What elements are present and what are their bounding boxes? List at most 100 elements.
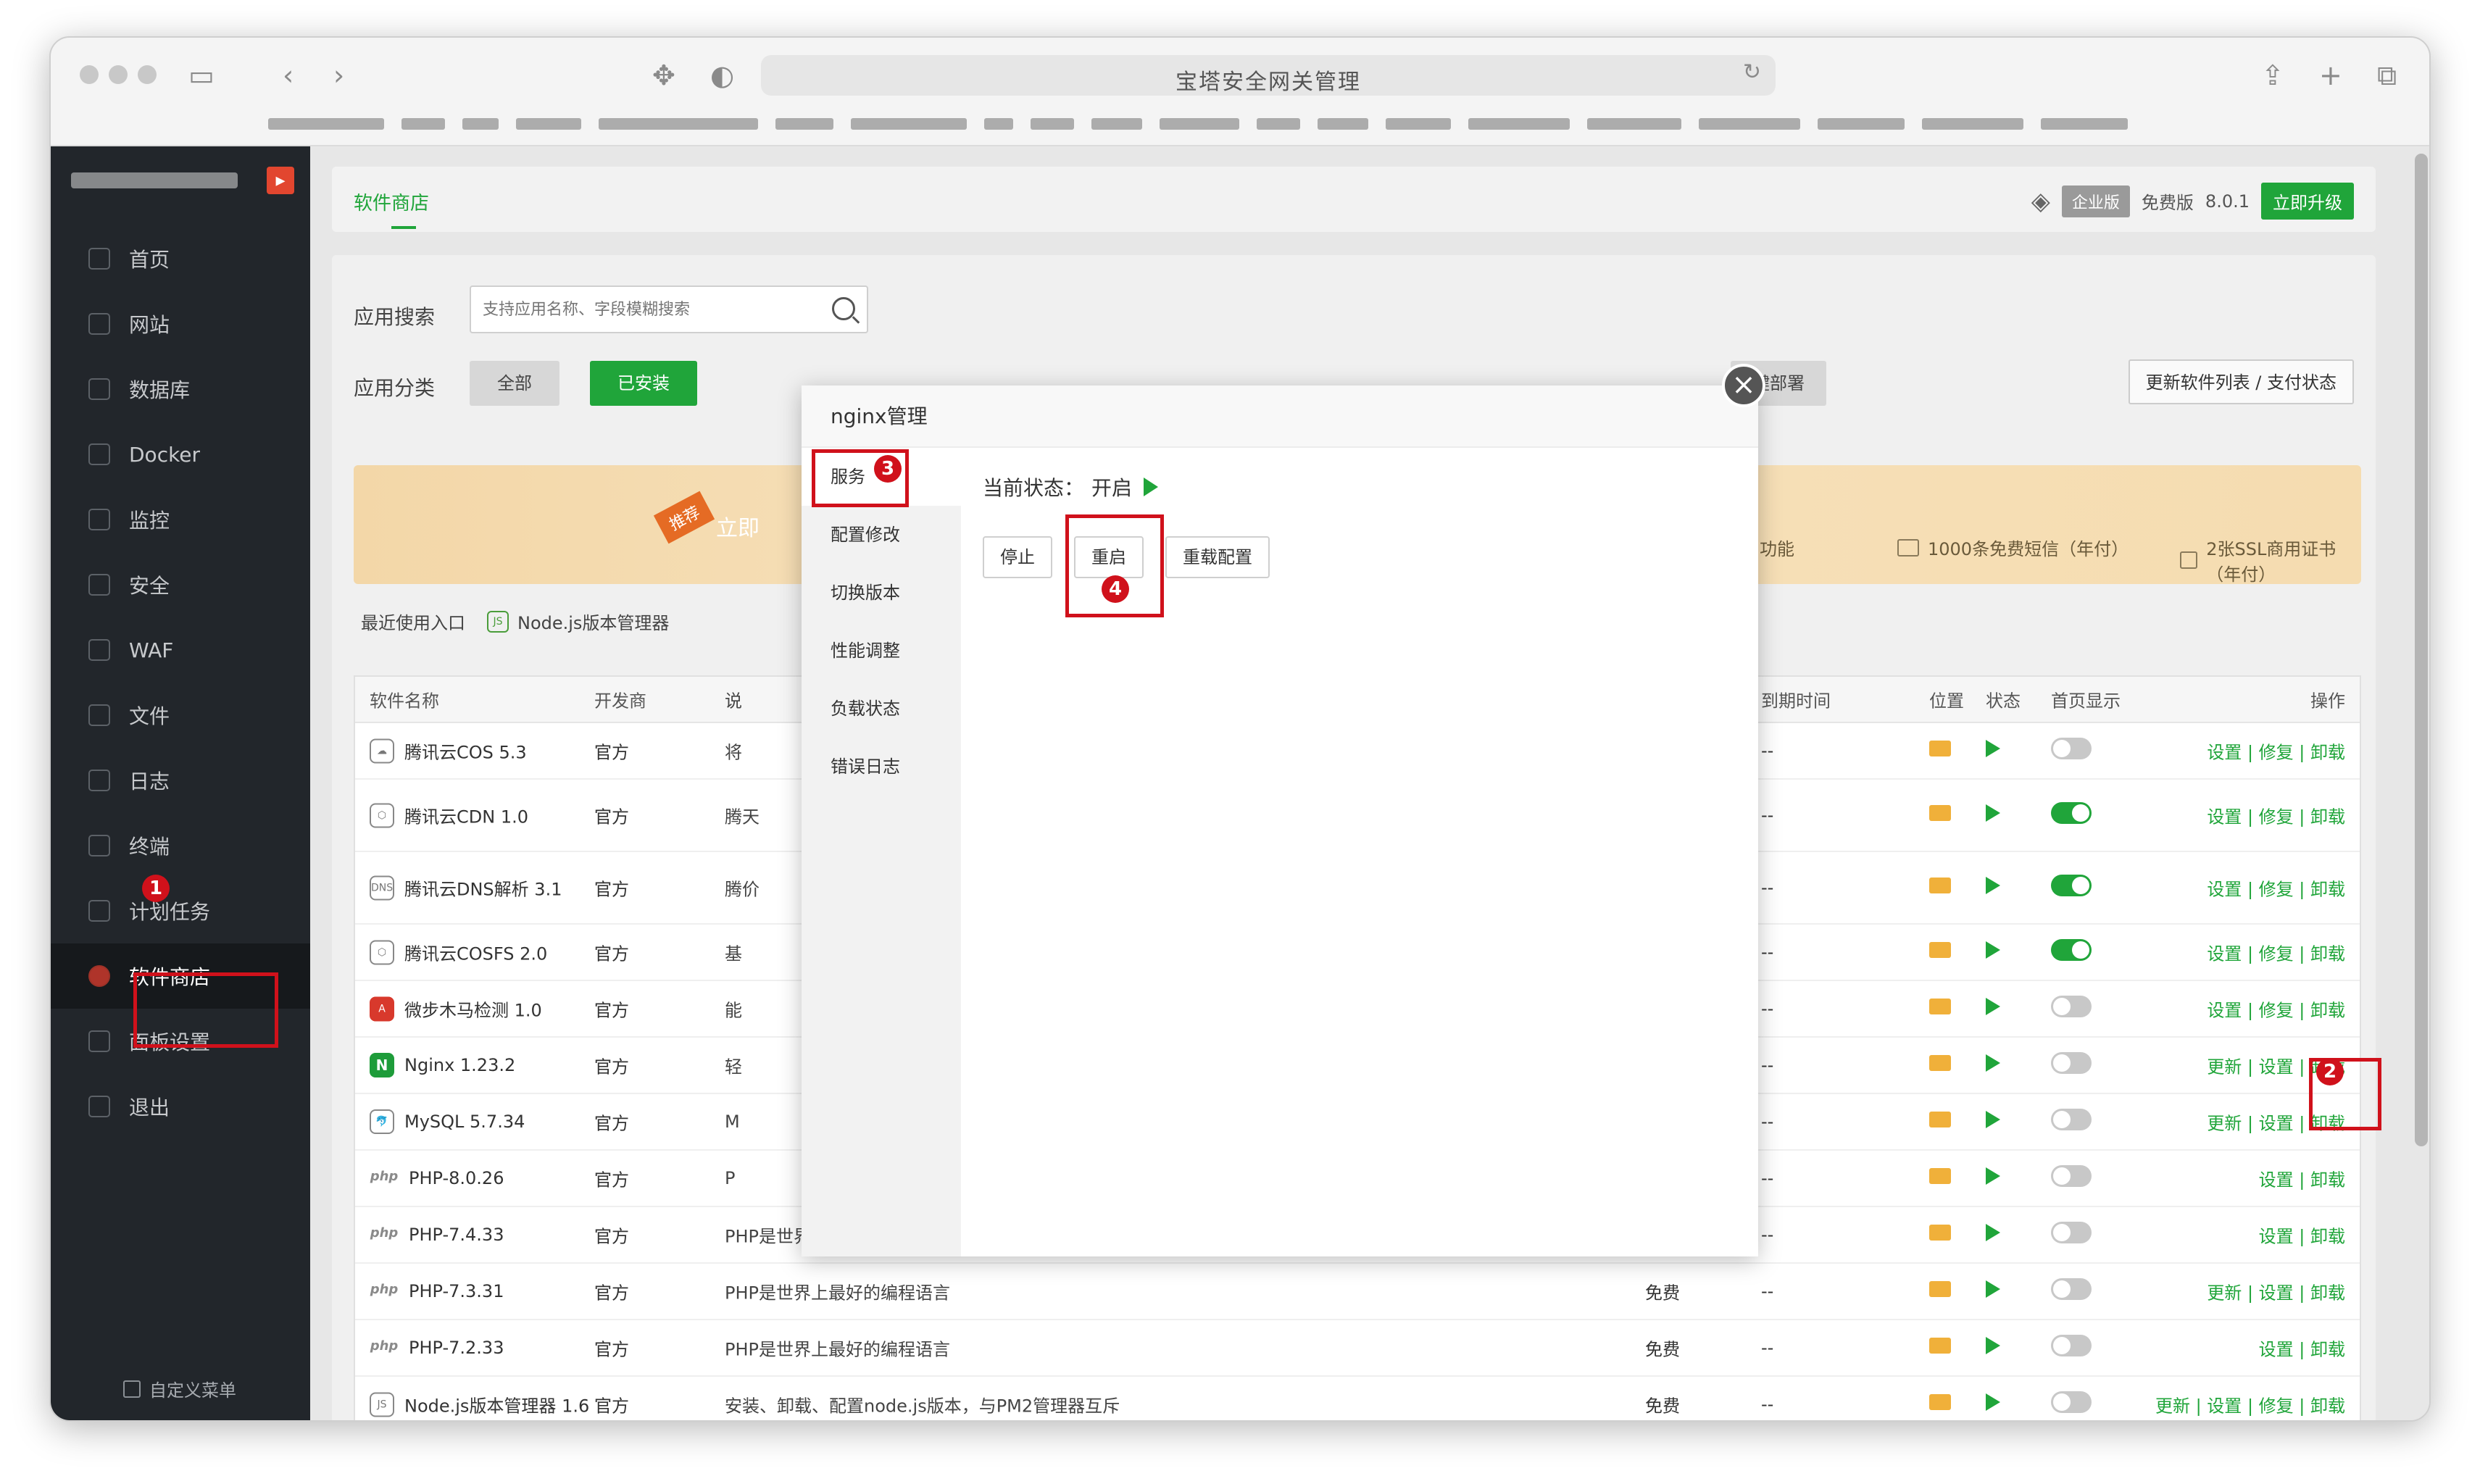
sidebar-item-security[interactable]: 安全 xyxy=(51,552,310,617)
category-all-button[interactable]: 全部 xyxy=(470,361,559,406)
status-play-icon[interactable] xyxy=(1986,1393,2000,1415)
home-display-toggle[interactable] xyxy=(2051,1109,2092,1135)
row-actions[interactable]: 更新 | 设置 | 修复 | 卸载 xyxy=(2155,1392,2345,1417)
home-display-toggle[interactable] xyxy=(2051,802,2092,828)
share-icon[interactable]: ⇪ xyxy=(2261,59,2284,91)
row-actions[interactable]: 设置 | 修复 | 卸载 xyxy=(2207,738,2345,764)
sidebar-item-home[interactable]: 首页 xyxy=(51,226,310,291)
status-play-icon[interactable] xyxy=(1986,740,2000,762)
home-display-toggle[interactable] xyxy=(2051,1335,2092,1361)
software-name[interactable]: php PHP-7.2.33 xyxy=(370,1335,504,1360)
tab-overview-icon[interactable]: ⧉ xyxy=(2377,59,2397,92)
new-tab-icon[interactable]: + xyxy=(2319,59,2342,91)
search-input[interactable] xyxy=(471,287,819,332)
status-play-icon[interactable] xyxy=(1986,1111,2000,1133)
row-actions[interactable]: 设置 | 卸载 xyxy=(2259,1335,2345,1361)
folder-icon[interactable] xyxy=(1929,741,1951,761)
tab-software-store[interactable]: 软件商店 xyxy=(354,188,429,215)
home-display-toggle[interactable] xyxy=(2051,939,2092,965)
software-name[interactable]: 🐬 MySQL 5.7.34 xyxy=(370,1109,525,1134)
sidebar-item-database[interactable]: 数据库 xyxy=(51,357,310,422)
home-display-toggle[interactable] xyxy=(2051,1391,2092,1417)
dialog-menu-performance[interactable]: 性能调整 xyxy=(802,622,961,680)
status-play-icon[interactable] xyxy=(1986,1337,2000,1359)
row-actions[interactable]: 设置 | 卸载 xyxy=(2259,1222,2345,1248)
sidebar-item-website[interactable]: 网站 xyxy=(51,291,310,357)
upgrade-button[interactable]: 立即升级 xyxy=(2261,183,2354,220)
sidebar-item-logs[interactable]: 日志 xyxy=(51,748,310,813)
folder-icon[interactable] xyxy=(1929,1394,1951,1414)
sidebar-item-cron[interactable]: 计划任务 xyxy=(51,878,310,943)
home-display-toggle[interactable] xyxy=(2051,738,2092,764)
address-bar[interactable]: 宝塔安全网关管理 ↻ xyxy=(761,55,1776,96)
category-installed-button[interactable]: 已安装 xyxy=(590,361,697,406)
software-name[interactable]: ⬡ 腾讯云CDN 1.0 xyxy=(370,803,528,828)
sidebar-item-terminal[interactable]: 终端 xyxy=(51,813,310,878)
close-window-icon[interactable] xyxy=(80,65,99,84)
dialog-menu-config[interactable]: 配置修改 xyxy=(802,506,961,564)
row-actions[interactable]: 设置 | 修复 | 卸载 xyxy=(2207,875,2345,901)
folder-icon[interactable] xyxy=(1929,1168,1951,1188)
sidebar-item-monitor[interactable]: 监控 xyxy=(51,487,310,552)
privacy-icon[interactable]: ◐ xyxy=(710,59,734,91)
reload-config-button[interactable]: 重载配置 xyxy=(1165,536,1270,578)
software-name[interactable]: JS Node.js版本管理器 1.6 xyxy=(370,1392,589,1417)
folder-icon[interactable] xyxy=(1929,1225,1951,1245)
sidebar-item-docker[interactable]: Docker xyxy=(51,422,310,487)
software-name[interactable]: N Nginx 1.23.2 xyxy=(370,1053,515,1077)
back-icon[interactable]: ‹ xyxy=(283,59,294,91)
maximize-window-icon[interactable] xyxy=(138,65,157,84)
folder-icon[interactable] xyxy=(1929,878,1951,898)
close-dialog-icon[interactable]: × xyxy=(1722,364,1765,407)
folder-icon[interactable] xyxy=(1929,999,1951,1019)
row-actions[interactable]: 更新 | 设置 | 卸载 xyxy=(2207,1279,2345,1304)
software-name[interactable]: php PHP-7.4.33 xyxy=(370,1222,504,1247)
software-name[interactable]: ☁ 腾讯云COS 5.3 xyxy=(370,738,527,764)
update-software-list-button[interactable]: 更新软件列表 / 支付状态 xyxy=(2128,359,2354,404)
sidebar-toggle-icon[interactable]: ▭ xyxy=(188,59,215,91)
dialog-menu-switch-version[interactable]: 切换版本 xyxy=(802,564,961,622)
home-display-toggle[interactable] xyxy=(2051,1052,2092,1078)
home-display-toggle[interactable] xyxy=(2051,875,2092,901)
row-actions[interactable]: 设置 | 修复 | 卸载 xyxy=(2207,940,2345,965)
dialog-menu-error-log[interactable]: 错误日志 xyxy=(802,738,961,796)
software-name[interactable]: php PHP-8.0.26 xyxy=(370,1166,504,1191)
home-display-toggle[interactable] xyxy=(2051,996,2092,1022)
folder-icon[interactable] xyxy=(1929,1055,1951,1075)
sidebar-item-waf[interactable]: WAF xyxy=(51,617,310,683)
row-actions[interactable]: 设置 | 修复 | 卸载 xyxy=(2207,996,2345,1022)
folder-icon[interactable] xyxy=(1929,1338,1951,1358)
status-play-icon[interactable] xyxy=(1986,1054,2000,1076)
status-play-icon[interactable] xyxy=(1986,941,2000,963)
sidebar-item-files[interactable]: 文件 xyxy=(51,683,310,748)
software-name[interactable]: ⬡ 腾讯云COSFS 2.0 xyxy=(370,940,547,965)
recent-nodejs-link[interactable]: JS Node.js版本管理器 xyxy=(487,609,669,634)
page-scrollbar[interactable] xyxy=(2415,154,2428,1146)
software-name[interactable]: A 微步木马检测 1.0 xyxy=(370,996,542,1022)
software-name[interactable]: php PHP-7.3.31 xyxy=(370,1279,504,1304)
status-play-icon[interactable] xyxy=(1986,1167,2000,1189)
dialog-menu-load-status[interactable]: 负载状态 xyxy=(802,680,961,738)
extension-icon[interactable]: ✥ xyxy=(652,59,675,91)
search-icon[interactable] xyxy=(832,297,855,320)
status-play-icon[interactable] xyxy=(1986,1224,2000,1246)
folder-icon[interactable] xyxy=(1929,1112,1951,1132)
row-actions[interactable]: 设置 | 修复 | 卸载 xyxy=(2207,803,2345,828)
custom-menu-button[interactable]: 自定义菜单 xyxy=(123,1376,236,1401)
row-actions[interactable]: 设置 | 卸载 xyxy=(2259,1166,2345,1191)
folder-icon[interactable] xyxy=(1929,805,1951,825)
status-play-icon[interactable] xyxy=(1986,877,2000,899)
software-name[interactable]: DNS 腾讯云DNS解析 3.1 xyxy=(370,875,562,901)
forward-icon[interactable]: › xyxy=(333,59,344,91)
minimize-window-icon[interactable] xyxy=(109,65,128,84)
home-display-toggle[interactable] xyxy=(2051,1278,2092,1304)
stop-button[interactable]: 停止 xyxy=(983,536,1052,578)
status-play-icon[interactable] xyxy=(1986,1280,2000,1302)
status-play-icon[interactable] xyxy=(1986,804,2000,826)
reload-icon[interactable]: ↻ xyxy=(1743,59,1761,85)
enterprise-badge[interactable]: 企业版 xyxy=(2061,185,2130,217)
home-display-toggle[interactable] xyxy=(2051,1165,2092,1191)
sidebar-item-logout[interactable]: 退出 xyxy=(51,1074,310,1139)
home-display-toggle[interactable] xyxy=(2051,1222,2092,1248)
folder-icon[interactable] xyxy=(1929,1281,1951,1301)
